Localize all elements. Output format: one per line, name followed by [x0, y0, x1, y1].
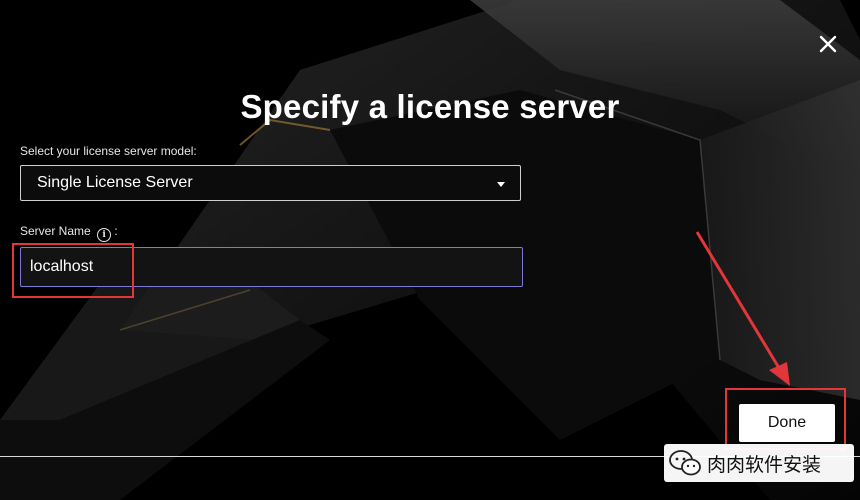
dialog-title: Specify a license server	[240, 88, 620, 125]
close-icon	[819, 35, 837, 53]
server-name-colon: :	[114, 224, 118, 238]
watermark-text: 肉肉软件安装	[707, 453, 822, 476]
server-name-label: Server Name	[20, 224, 91, 238]
wechat-icon	[669, 450, 701, 476]
license-model-selected: Single License Server	[37, 174, 193, 191]
chevron-down-icon	[497, 182, 505, 187]
watermark: 肉肉软件安装	[664, 444, 854, 482]
license-model-label: Select your license server model:	[20, 144, 197, 158]
info-icon[interactable]: i	[97, 228, 112, 242]
license-model-select[interactable]: Single License Server	[20, 165, 521, 201]
server-name-label-row: Server Name i :	[20, 224, 118, 242]
server-name-input[interactable]	[20, 247, 523, 287]
license-server-dialog: Specify a license server Select your lic…	[0, 0, 860, 500]
done-button[interactable]: Done	[739, 404, 835, 442]
close-button[interactable]	[814, 30, 842, 58]
